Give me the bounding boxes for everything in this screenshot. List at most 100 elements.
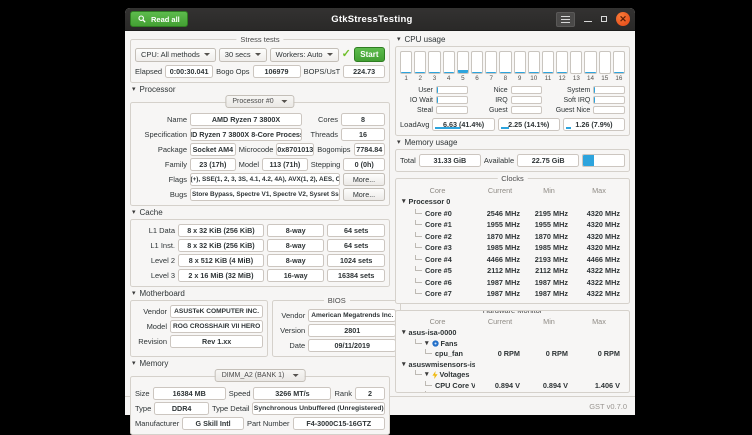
cache-size-field[interactable]: 2 x 16 MiB (32 MiB) (178, 269, 264, 282)
cpu-usage-expander[interactable]: ▾ CPU usage (397, 35, 630, 44)
memory-expander[interactable]: ▾ Memory (132, 359, 390, 368)
hwmon-header: CoreCurrent MinMax (400, 316, 625, 328)
microcode-field[interactable]: 0x8701013 (276, 143, 314, 156)
menu-button[interactable] (556, 12, 575, 27)
board-model-field[interactable]: ROG CROSSHAIR VII HERO (170, 320, 263, 333)
mem-type-field[interactable]: DDR4 (154, 402, 209, 415)
tree-elbow (415, 232, 422, 237)
clocks-frame: Clocks Core Current Min Max ▾Processor 0… (395, 178, 630, 304)
board-revision-field[interactable]: Rev 1.xx (170, 335, 263, 348)
board-frame: Vendor ASUSTeK COMPUTER INC. Model ROG C… (130, 300, 268, 357)
mem-type-detail-field[interactable]: Synchronous Unbuffered (Unregistered) (252, 402, 385, 415)
mem-total-label: Total (400, 156, 416, 165)
hwmon-sensor-row[interactable]: cpu_fan 0 RPM0 RPM0 RPM (400, 349, 625, 360)
package-field[interactable]: Socket AM4 (190, 143, 236, 156)
bios-frame-label: BIOS (324, 296, 350, 305)
mem-part-field[interactable]: F4-3000C15-16GTZ (293, 417, 386, 430)
loadavg-label: LoadAvg (400, 120, 429, 129)
minimize-button[interactable] (584, 21, 592, 23)
cores-field[interactable]: 8 (341, 113, 385, 126)
stress-duration-select[interactable]: 30 secs (219, 48, 267, 62)
mem-total-field[interactable]: 31.33 GiB (419, 154, 481, 167)
cpu-core-bar-10: 10 (528, 51, 540, 82)
clocks-group-row[interactable]: ▾Processor 0 (400, 196, 625, 208)
loadavg-1m-field[interactable]: 6.63 (41.4%) (432, 118, 494, 131)
start-button[interactable]: Start (354, 47, 385, 62)
hwmon-device-row[interactable]: ▾asuswmisensors-isa-0000 (400, 359, 625, 370)
stepping-field[interactable]: 0 (0h) (343, 158, 385, 171)
mem-available-field[interactable]: 22.75 GiB (517, 154, 579, 167)
board-vendor-field[interactable]: ASUSTeK COMPUTER INC. (170, 305, 263, 318)
nice-meter (511, 86, 543, 94)
stress-workers-select[interactable]: Workers: Auto (270, 48, 339, 62)
cache-ways-field[interactable]: 8-way (267, 254, 325, 267)
mem-rank-field[interactable]: 2 (355, 387, 385, 400)
model-label: Model (239, 160, 259, 169)
mem-type-label: Type (135, 404, 151, 413)
cache-expander[interactable]: ▾ Cache (132, 208, 390, 217)
elapsed-field[interactable]: 0:00:30.041 (165, 65, 213, 78)
loadavg-5m-field[interactable]: 2.25 (14.1%) (498, 118, 560, 131)
processor-selector[interactable]: Processor #0 (225, 95, 294, 108)
mem-size-field[interactable]: 16384 MB (153, 387, 226, 400)
cache-ways-field[interactable]: 8-way (267, 239, 325, 252)
flags-more-button[interactable]: More... (343, 173, 385, 186)
clock-row[interactable]: Core #3 1985 MHz1985 MHz4320 MHz (400, 242, 625, 254)
irq-meter (511, 96, 543, 104)
bios-vendor-field[interactable]: American Megatrends Inc. (308, 309, 396, 322)
cache-size-field[interactable]: 8 x 32 KiB (256 KiB) (178, 239, 264, 252)
mem-speed-field[interactable]: 3266 MT/s (253, 387, 331, 400)
motherboard-expander[interactable]: ▾ Motherboard (132, 289, 390, 298)
processor-expander[interactable]: ▾ Processor (132, 85, 390, 94)
specification-field[interactable]: AMD Ryzen 7 3800X 8-Core Processor (190, 128, 302, 141)
guest-nice-label: Guest Nice (545, 107, 590, 114)
threads-field[interactable]: 16 (341, 128, 385, 141)
clock-row[interactable]: Core #2 1870 MHz1870 MHz4320 MHz (400, 231, 625, 243)
cache-sets-field[interactable]: 1024 sets (327, 254, 385, 267)
hwmon-sensor-row[interactable]: CPU SOC Voltage 1.079 V1.068 V1.079 V (400, 391, 625, 394)
cache-size-field[interactable]: 8 x 32 KiB (256 KiB) (178, 224, 264, 237)
read-all-button[interactable]: Read all (130, 11, 188, 27)
cpu-core-bar-1: 1 (400, 51, 412, 82)
cpu-core-bar-2: 2 (414, 51, 426, 82)
flags-field[interactable]: MMX, (+), SSE(1, 2, 3, 3S, 4.1, 4.2, 4A)… (190, 173, 340, 186)
cache-size-field[interactable]: 8 x 512 KiB (4 MiB) (178, 254, 264, 267)
hwmon-device-row[interactable]: ▾asus-isa-0000 (400, 328, 625, 339)
hwmon-voltages-row[interactable]: ▾ Voltages (400, 370, 625, 381)
bogomips-field[interactable]: 7784.84 (354, 143, 385, 156)
loadavg-15m-field[interactable]: 1.26 (7.9%) (563, 118, 625, 131)
dimm-selector[interactable]: DIMM_A2 (BANK 1) (215, 369, 306, 382)
maximize-button[interactable] (601, 16, 607, 22)
bops-field[interactable]: 224.73 (343, 65, 385, 78)
bios-date-field[interactable]: 09/11/2019 (308, 339, 396, 352)
cache-sets-field[interactable]: 16384 sets (327, 269, 385, 282)
hwmon-fans-row[interactable]: ▾ Fans (400, 338, 625, 349)
clock-row[interactable]: Core #5 2112 MHz2112 MHz4322 MHz (400, 265, 625, 277)
cache-sets-field[interactable]: 64 sets (327, 224, 385, 237)
clock-row[interactable]: Core #0 2546 MHz2195 MHz4320 MHz (400, 208, 625, 220)
family-field[interactable]: 23 (17h) (190, 158, 236, 171)
clock-row[interactable]: Core #7 1987 MHz1987 MHz4322 MHz (400, 288, 625, 300)
bogo-ops-field[interactable]: 106979 (253, 65, 301, 78)
close-button[interactable]: ✕ (616, 12, 630, 26)
hwmon-device2-label: asuswmisensors-isa-0000 (409, 360, 475, 369)
cpu-name-field[interactable]: AMD Ryzen 7 3800X (190, 113, 302, 126)
clock-row[interactable]: Core #1 1955 MHz1955 MHz4320 MHz (400, 219, 625, 231)
bios-version-field[interactable]: 2801 (308, 324, 396, 337)
clocks-frame-label: Clocks (497, 174, 528, 183)
loadavg-5m-bar (501, 127, 509, 129)
memory-usage-expander[interactable]: ▾ Memory usage (397, 138, 630, 147)
mem-manufacturer-field[interactable]: G Skill Intl (182, 417, 244, 430)
cache-sets-field[interactable]: 64 sets (327, 239, 385, 252)
clock-row[interactable]: Core #6 1987 MHz1987 MHz4322 MHz (400, 277, 625, 289)
titlebar: Read all GtkStressTesting ✕ (125, 8, 635, 31)
cache-ways-field[interactable]: 8-way (267, 224, 325, 237)
cache-ways-field[interactable]: 16-way (267, 269, 325, 282)
steal-label: Steal (400, 107, 433, 114)
bugs-field[interactable]: Spec Store Bypass, Spectre V1, Spectre V… (190, 188, 340, 201)
model-field[interactable]: 113 (71h) (262, 158, 308, 171)
hwmon-sensor-row[interactable]: CPU Core Voltage 0.894 V0.894 V1.406 V (400, 380, 625, 391)
clock-row[interactable]: Core #4 4466 MHz2193 MHz4466 MHz (400, 254, 625, 266)
stress-method-select[interactable]: CPU: All methods (135, 48, 216, 62)
bugs-more-button[interactable]: More... (343, 188, 385, 201)
